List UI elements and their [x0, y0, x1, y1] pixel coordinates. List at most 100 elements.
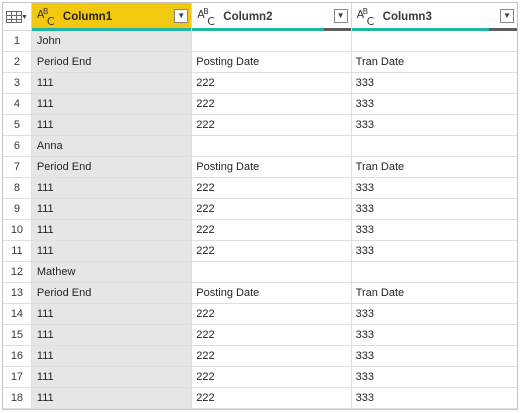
cell-column2[interactable]: 222 — [192, 178, 352, 199]
row-number[interactable]: 10 — [3, 220, 32, 241]
cell-column2[interactable]: 222 — [192, 367, 352, 388]
table-row: 12 Mathew — [3, 262, 517, 283]
cell-column1[interactable]: John — [31, 31, 193, 52]
row-number[interactable]: 13 — [3, 283, 32, 304]
row-number[interactable]: 9 — [3, 199, 32, 220]
cell-column2[interactable]: 222 — [192, 346, 352, 367]
cell-column1[interactable]: 111 — [31, 94, 193, 115]
cell-column1[interactable]: Period End — [31, 52, 193, 73]
cell-column2[interactable]: 222 — [192, 388, 352, 409]
cell-column1[interactable]: 111 — [31, 367, 193, 388]
column-header-row: ▼ ABC Column1 ▼ ABC Column2 ▼ ABC Column… — [3, 3, 517, 31]
text-type-icon[interactable]: ABC — [357, 7, 377, 28]
cell-column3[interactable]: 333 — [351, 367, 517, 388]
row-number[interactable]: 12 — [3, 262, 32, 283]
cell-column1[interactable]: 111 — [31, 199, 193, 220]
chevron-down-icon: ▼ — [20, 14, 28, 21]
table-row: 16 111 222 333 — [3, 346, 517, 367]
cell-column2[interactable] — [192, 262, 352, 283]
column-header-column2[interactable]: ABC Column2 ▼ — [192, 3, 352, 31]
cell-column1[interactable]: 111 — [31, 388, 193, 409]
row-number[interactable]: 2 — [3, 52, 32, 73]
cell-column3[interactable]: 333 — [351, 94, 517, 115]
row-number[interactable]: 4 — [3, 94, 32, 115]
cell-column2[interactable]: 222 — [192, 325, 352, 346]
row-number[interactable]: 3 — [3, 73, 32, 94]
cell-column2[interactable]: 222 — [192, 220, 352, 241]
table-row: 17 111 222 333 — [3, 367, 517, 388]
cell-column2[interactable]: 222 — [192, 199, 352, 220]
cell-column3[interactable]: 333 — [351, 73, 517, 94]
column-header-column1[interactable]: ABC Column1 ▼ — [31, 3, 193, 31]
row-number[interactable]: 14 — [3, 304, 32, 325]
column3-filter-dropdown[interactable]: ▼ — [500, 9, 514, 23]
grid-body: 1 John 2 Period End Posting Date Tran Date 3 11… — [3, 31, 517, 409]
cell-column1[interactable]: Anna — [31, 136, 193, 157]
column-header-label: Column1 — [62, 10, 113, 23]
row-number[interactable]: 17 — [3, 367, 32, 388]
cell-column3[interactable]: Tran Date — [351, 52, 517, 73]
cell-column1[interactable]: Mathew — [31, 262, 193, 283]
cell-column2[interactable]: 222 — [192, 241, 352, 262]
table-row: 2 Period End Posting Date Tran Date — [3, 52, 517, 73]
cell-column2[interactable]: 222 — [192, 304, 352, 325]
cell-column1[interactable]: Period End — [31, 283, 193, 304]
column2-filter-dropdown[interactable]: ▼ — [333, 9, 348, 23]
cell-column3[interactable]: 333 — [351, 178, 517, 199]
cell-column1[interactable]: 111 — [31, 220, 193, 241]
column1-filter-dropdown[interactable]: ▼ — [174, 9, 189, 23]
cell-column1[interactable]: 111 — [31, 178, 193, 199]
table-row: 7 Period End Posting Date Tran Date — [3, 157, 517, 178]
table-row: 11 111 222 333 — [3, 241, 517, 262]
chevron-down-icon: ▼ — [336, 11, 345, 20]
cell-column3[interactable]: 333 — [351, 220, 517, 241]
cell-column1[interactable]: 111 — [31, 115, 193, 136]
cell-column3[interactable]: 333 — [351, 199, 517, 220]
cell-column1[interactable]: 111 — [31, 346, 193, 367]
data-preview-grid: ▼ ABC Column1 ▼ ABC Column2 ▼ ABC Column… — [2, 2, 518, 410]
cell-column2[interactable]: 222 — [192, 115, 352, 136]
cell-column1[interactable]: 111 — [31, 304, 193, 325]
row-number[interactable]: 16 — [3, 346, 32, 367]
table-menu-button[interactable]: ▼ — [3, 3, 32, 31]
cell-column3[interactable]: 333 — [351, 346, 517, 367]
cell-column3[interactable]: 333 — [351, 388, 517, 409]
cell-column3[interactable]: 333 — [351, 115, 517, 136]
cell-column3[interactable]: 333 — [351, 241, 517, 262]
row-number[interactable]: 18 — [3, 388, 32, 409]
cell-column3[interactable]: Tran Date — [351, 157, 517, 178]
cell-column2[interactable]: 222 — [192, 94, 352, 115]
table-row: 3 111 222 333 — [3, 73, 517, 94]
cell-column3[interactable]: Tran Date — [351, 283, 517, 304]
row-number[interactable]: 1 — [3, 31, 32, 52]
table-row: 4 111 222 333 — [3, 94, 517, 115]
cell-column1[interactable]: Period End — [31, 157, 193, 178]
cell-column3[interactable]: 333 — [351, 304, 517, 325]
row-number[interactable]: 7 — [3, 157, 32, 178]
cell-column3[interactable]: 333 — [351, 325, 517, 346]
cell-column1[interactable]: 111 — [31, 241, 193, 262]
row-number[interactable]: 6 — [3, 136, 32, 157]
cell-column2[interactable]: Posting Date — [192, 52, 352, 73]
cell-column1[interactable]: 111 — [31, 73, 193, 94]
cell-column3[interactable] — [351, 136, 517, 157]
table-row: 15 111 222 333 — [3, 325, 517, 346]
cell-column2[interactable]: Posting Date — [192, 157, 352, 178]
cell-column2[interactable]: Posting Date — [192, 283, 352, 304]
cell-column2[interactable] — [192, 136, 352, 157]
cell-column3[interactable] — [351, 31, 517, 52]
cell-column1[interactable]: 111 — [31, 325, 193, 346]
text-type-icon[interactable]: ABC — [197, 7, 217, 28]
row-number[interactable]: 11 — [3, 241, 32, 262]
chevron-down-icon: ▼ — [177, 11, 186, 20]
row-number[interactable]: 5 — [3, 115, 32, 136]
cell-column2[interactable] — [192, 31, 352, 52]
cell-column2[interactable]: 222 — [192, 73, 352, 94]
row-number[interactable]: 15 — [3, 325, 32, 346]
text-type-icon[interactable]: ABC — [37, 7, 57, 28]
cell-column3[interactable] — [351, 262, 517, 283]
row-number[interactable]: 8 — [3, 178, 32, 199]
table-row: 9 111 222 333 — [3, 199, 517, 220]
column-header-column3[interactable]: ABC Column3 ▼ — [351, 3, 517, 31]
table-row: 18 111 222 333 — [3, 388, 517, 409]
